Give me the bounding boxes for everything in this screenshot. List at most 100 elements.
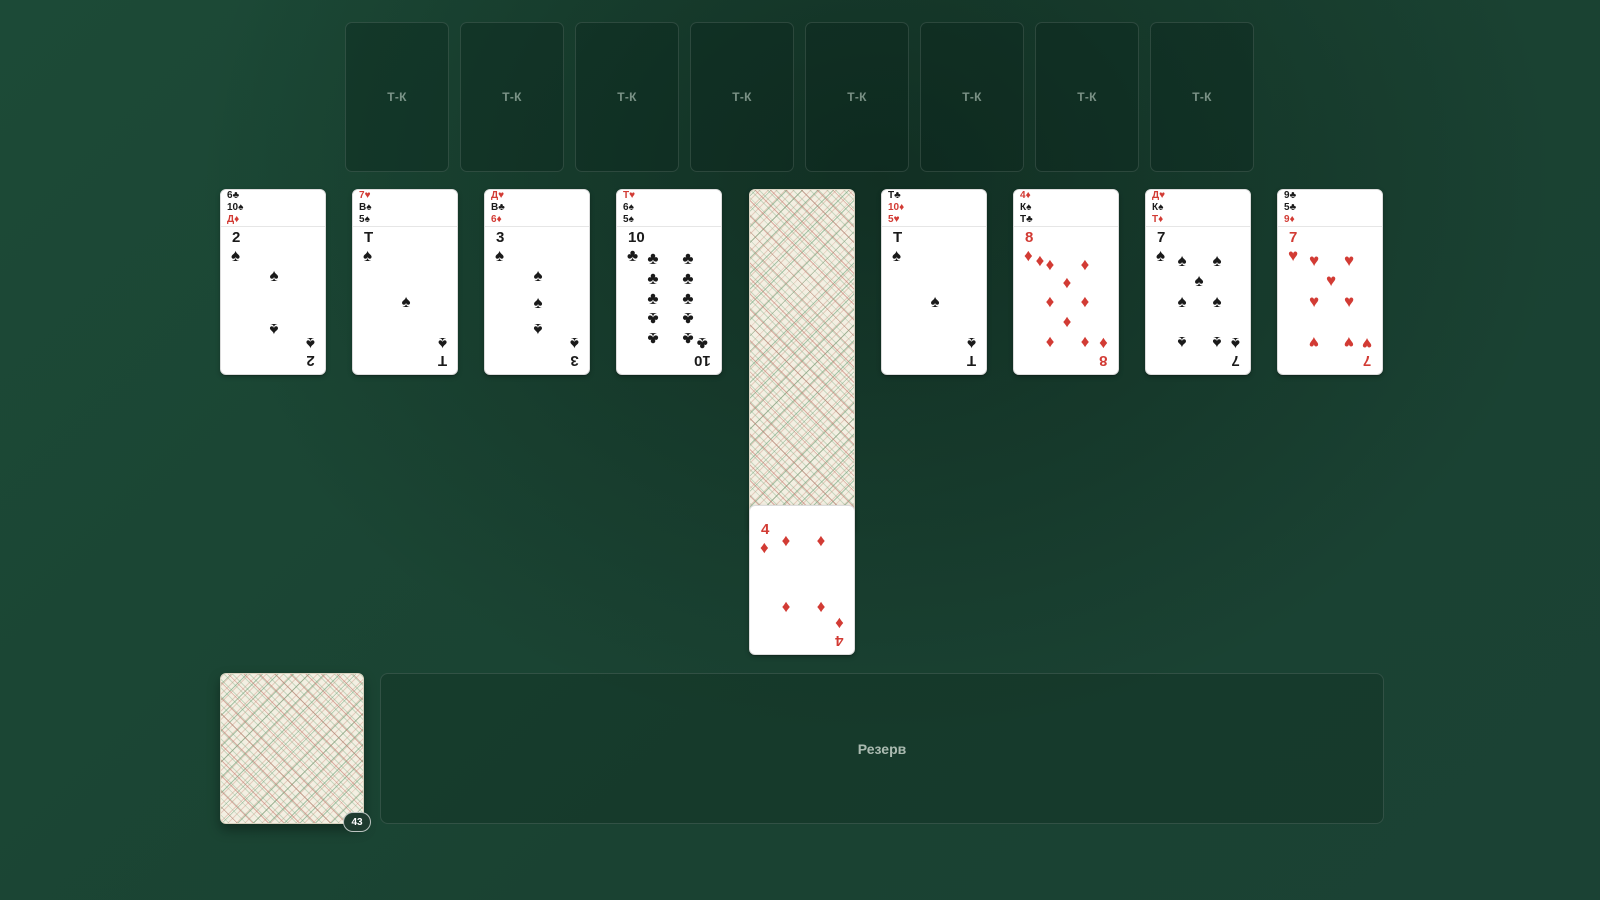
foundation-slot[interactable]: Т-К	[805, 22, 909, 172]
card-strip-suit: ♠	[238, 202, 244, 213]
card-strip-suit: ♠	[1158, 202, 1164, 213]
card-pip-icon: ♥	[1343, 292, 1355, 311]
playing-card[interactable]: Д♥ К♠ Т♦ 7 ♠ ♠ ♠ ♠ ♠ ♠ ♠ ♠ 7 ♠	[1145, 189, 1251, 375]
foundation-slot[interactable]: Т-К	[1150, 22, 1254, 172]
card-rank: 8	[1025, 229, 1034, 246]
card-suit-icon: ♠	[569, 334, 579, 353]
card-strip[interactable]: 5♠	[617, 214, 721, 227]
foundation-label: Т-К	[502, 90, 522, 104]
card-suit-icon: ♠	[495, 246, 505, 265]
foundation-label: Т-К	[732, 90, 752, 104]
foundation-slot[interactable]: Т-К	[345, 22, 449, 172]
stock-count-badge: 43	[343, 812, 371, 832]
playing-card[interactable]: Т♣ 10♦ 5♥ Т ♠ ♠ Т ♠	[881, 189, 987, 375]
card-pip-icon: ♠	[1194, 271, 1204, 290]
card-strip-suit: ♥	[893, 214, 900, 225]
card-rank: 3	[570, 352, 579, 369]
card-pip-icon: ♠	[1212, 292, 1222, 311]
card-strip-suit: ♣	[1026, 214, 1033, 225]
card-pip-icon: ♠	[1177, 251, 1187, 270]
card-strip-suit: ♣	[1289, 190, 1297, 201]
playing-card[interactable]: Д♥ В♣ 6♦ 3 ♠ ♠ ♠ ♠ 3 ♠	[484, 189, 590, 375]
playing-card[interactable]: 6♣ 10♠ Д♦ 2 ♠ ♠ ♠ 2 ♠	[220, 189, 326, 375]
card-strip-suit: ♦	[1289, 214, 1295, 225]
card-suit-icon: ♠	[1156, 246, 1166, 265]
card-strip[interactable]: Т♣	[1014, 214, 1118, 227]
card-rank: Т	[893, 229, 903, 246]
playing-card[interactable]: 9♣ 5♣ 9♦ 7 ♥ ♥ ♥ ♥ ♥ ♥ ♥ ♥ 7 ♥	[1277, 189, 1383, 375]
card-corner: Т ♠	[966, 334, 976, 369]
playing-card[interactable]: 7♥ В♠ 5♠ Т ♠ ♠ Т ♠	[352, 189, 458, 375]
card-pip-icon: ♣	[647, 249, 659, 268]
card-strip-suit: ♣	[498, 202, 505, 213]
card-pip-icon: ♦	[1045, 255, 1055, 274]
card-rank: 3	[496, 229, 505, 246]
playing-card[interactable]: Т♥ 6♠ 5♠ 10 ♣ ♣ ♣ ♣ ♣ ♣ ♣ ♣ ♣ ♣ ♣ 10 ♣	[616, 189, 722, 375]
card-pip-icon: ♠	[533, 266, 543, 285]
card-strip-suit: ♠	[366, 202, 372, 213]
face-down-stack	[749, 189, 855, 529]
card-pip-icon: ♦	[1080, 333, 1090, 352]
card-pip-icon: ♠	[269, 320, 279, 339]
card-rank: 10	[694, 352, 711, 369]
card-strip[interactable]: 5♠	[353, 214, 457, 227]
playing-card[interactable]: 4 ♦ ♦ ♦ ♦ ♦ 4 ♦	[749, 505, 855, 655]
card-strip-suit: ♦	[496, 214, 502, 225]
card-corner: 2 ♠	[306, 334, 315, 369]
foundation-slot[interactable]: Т-К	[920, 22, 1024, 172]
card-pip-icon: ♦	[1062, 313, 1072, 332]
card-strip-suit: ♣	[894, 190, 901, 201]
card-strip[interactable]: Д♦	[221, 214, 325, 227]
stock-pile[interactable]	[220, 673, 364, 824]
card-pip-icon: ♠	[533, 320, 543, 339]
card-suit-icon: ♦	[760, 538, 769, 557]
card-rank: Т	[437, 352, 447, 369]
card-rank: 7	[1231, 352, 1240, 369]
card-pip-icon: ♦	[816, 531, 826, 550]
card-pip-icon: ♥	[1308, 292, 1320, 311]
card-rank: 4	[761, 521, 770, 538]
card-pip-icon: ♠	[1177, 292, 1187, 311]
card-strip[interactable]: Т♦	[1146, 214, 1250, 227]
foundation-label: Т-К	[387, 90, 407, 104]
foundation-label: Т-К	[1192, 90, 1212, 104]
card-strip-suit: ♦	[234, 214, 240, 225]
card-pip-icon: ♥	[1325, 271, 1337, 290]
card-strip-suit: ♥	[1159, 190, 1166, 201]
card-pip-icon: ♣	[682, 309, 694, 328]
card-strip[interactable]: 6♦	[485, 214, 589, 227]
reserve-area[interactable]: Резерв	[380, 673, 1384, 824]
card-strip-suit: ♣	[1289, 202, 1297, 213]
card-strip-suit: ♦	[1158, 214, 1164, 225]
card-pip-icon: ♦	[781, 598, 791, 617]
card-strip-suit: ♦	[899, 202, 905, 213]
card-pip-icon: ♣	[682, 249, 694, 268]
card-suit-icon: ♥	[1288, 246, 1299, 265]
card-suit-icon: ♠	[966, 334, 976, 353]
card-pip-icon: ♣	[682, 269, 694, 288]
card-strip[interactable]: 9♦	[1278, 214, 1382, 227]
foundation-label: Т-К	[847, 90, 867, 104]
card-pip-icon: ♠	[401, 292, 411, 311]
card-pip-icon: ♦	[1080, 255, 1090, 274]
card-strip[interactable]: 5♥	[882, 214, 986, 227]
card-strip-suit: ♠	[1026, 202, 1032, 213]
foundation-label: Т-К	[1077, 90, 1097, 104]
card-pip-icon: ♣	[647, 309, 659, 328]
playing-card[interactable]: 4♦ К♠ Т♣ 8 ♦ ♦ ♦ ♦ ♦ ♦ ♦ ♦ ♦ ♦ 8 ♦	[1013, 189, 1119, 375]
card-strip-suit: ♥	[629, 190, 636, 201]
card-pip-icon: ♣	[647, 329, 659, 348]
foundation-slot[interactable]: Т-К	[1035, 22, 1139, 172]
foundation-label: Т-К	[962, 90, 982, 104]
card-pip-icon: ♥	[1308, 251, 1320, 270]
card-pip-icon: ♦	[1080, 292, 1090, 311]
card-pip-icon: ♥	[1343, 251, 1355, 270]
foundation-slot[interactable]: Т-К	[460, 22, 564, 172]
foundation-slot[interactable]: Т-К	[575, 22, 679, 172]
card-suit-icon: ♠	[1230, 334, 1240, 353]
card-suit-icon: ♣	[697, 334, 709, 353]
card-strip-suit: ♣	[232, 190, 240, 201]
card-pip-icon: ♦	[1045, 333, 1055, 352]
card-rank: 7	[1157, 229, 1166, 246]
foundation-slot[interactable]: Т-К	[690, 22, 794, 172]
